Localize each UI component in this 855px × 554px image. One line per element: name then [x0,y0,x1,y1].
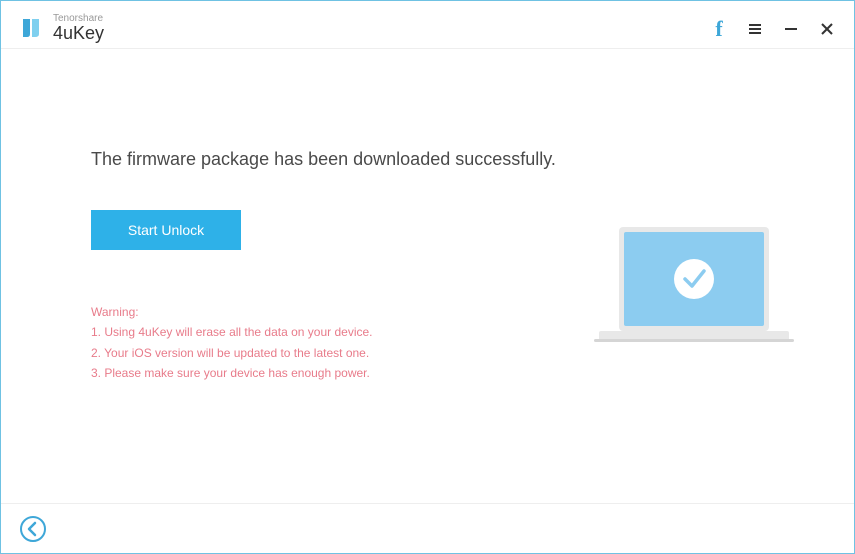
laptop-success-icon [594,219,794,359]
footer-bar [1,503,854,553]
back-button[interactable] [19,515,47,543]
brand-text: Tenorshare 4uKey [53,14,104,43]
content-area: The firmware package has been downloaded… [1,49,854,503]
title-controls: f [710,20,836,38]
brand-product: 4uKey [53,24,104,43]
brand: Tenorshare 4uKey [19,14,104,43]
start-unlock-button[interactable]: Start Unlock [91,210,241,250]
headline: The firmware package has been downloaded… [91,149,764,170]
facebook-icon[interactable]: f [710,20,728,38]
app-window: Tenorshare 4uKey f [0,0,855,554]
title-bar: Tenorshare 4uKey f [1,1,854,49]
start-unlock-label: Start Unlock [128,222,204,238]
app-logo-icon [19,16,43,40]
minimize-icon[interactable] [782,20,800,38]
warning-item: 3. Please make sure your device has enou… [91,363,764,383]
menu-icon[interactable] [746,20,764,38]
close-icon[interactable] [818,20,836,38]
